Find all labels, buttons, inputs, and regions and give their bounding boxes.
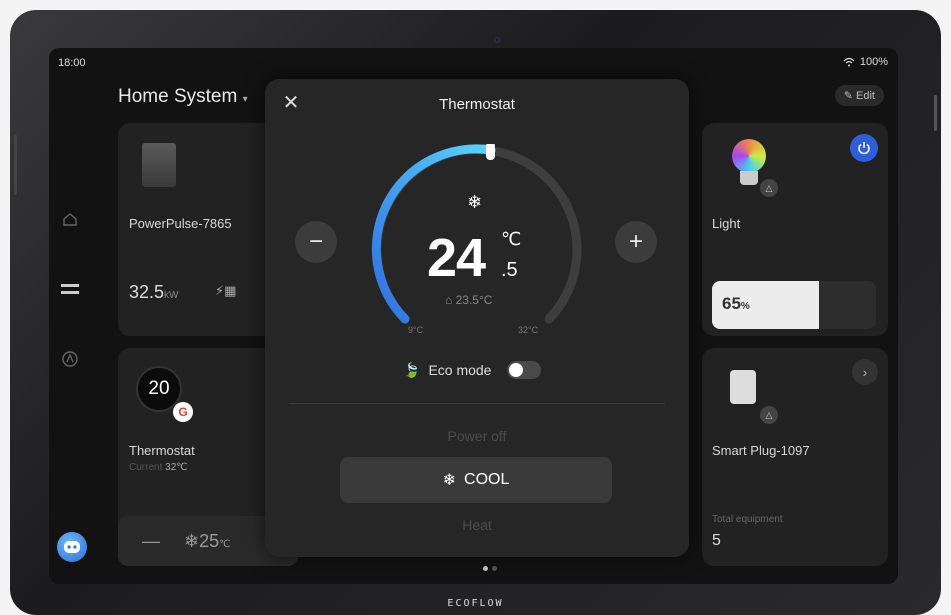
light-power-button[interactable]	[850, 134, 878, 162]
side-nav	[59, 208, 81, 370]
charging-icon: ⚡▦	[215, 283, 237, 298]
total-equipment-label: Total equipment	[712, 514, 783, 525]
mini-setpoint: ❄25℃	[184, 530, 231, 551]
page-dot	[492, 566, 497, 571]
left-button	[14, 135, 17, 195]
thermostat-modal: ✕ Thermostat − + ❄ 24 ℃ .5 ⌂ 23.5°C 9°C …	[265, 79, 689, 557]
toggle-knob	[509, 363, 524, 377]
page-indicator	[483, 566, 497, 571]
powerpulse-image	[142, 143, 176, 187]
google-icon: G	[173, 402, 193, 422]
battery-level: 100%	[859, 56, 888, 68]
bulb-icon	[732, 139, 766, 173]
page-dot-active	[483, 566, 488, 571]
edit-button[interactable]: ✎ Edit	[834, 85, 884, 106]
brand-logo: ECOFLOW	[447, 598, 504, 609]
smart-plug-card[interactable]: △ › Smart Plug-1097 Total equipment 5	[702, 348, 888, 566]
decrease-temperature-button[interactable]: −	[295, 221, 337, 263]
assistant-avatar[interactable]	[57, 532, 87, 562]
smart-plug-name: Smart Plug-1097	[712, 443, 810, 458]
light-brightness-value: 65%	[722, 294, 750, 313]
indoor-temperature: ⌂ 23.5°C	[445, 293, 493, 307]
temperature-decimal: .5	[501, 259, 518, 281]
divider	[289, 403, 665, 404]
thermostat-name: Thermostat	[129, 443, 195, 458]
thermostat-current: Current 32℃	[129, 462, 188, 473]
eco-mode-label: Eco mode	[428, 362, 492, 378]
modal-title: Thermostat	[439, 96, 515, 113]
temperature-unit: ℃	[501, 229, 522, 249]
home-icon[interactable]	[59, 208, 81, 230]
leaf-icon: 🍃	[403, 361, 421, 378]
automation-icon[interactable]	[59, 348, 81, 370]
chevron-right-icon[interactable]: ›	[852, 359, 878, 385]
target-temperature: 24	[427, 228, 486, 288]
powerpulse-power: 32.5kW	[129, 282, 179, 302]
plug-link-icon: △	[760, 406, 778, 424]
dial-handle	[486, 144, 495, 160]
devices-icon[interactable]	[59, 278, 81, 300]
house-icon: ⌂	[445, 293, 453, 307]
light-name: Light	[712, 216, 741, 231]
dropdown-icon: ▾	[242, 94, 248, 105]
eco-mode-toggle[interactable]	[507, 361, 542, 379]
home-system-title[interactable]: Home System ▾	[118, 86, 248, 108]
link-icon: △	[760, 179, 778, 197]
total-equipment-value: 5	[712, 532, 721, 549]
mini-minus-button[interactable]: —	[142, 531, 160, 552]
eco-mode-row: 🍃 Eco mode	[403, 361, 542, 379]
dial-min-label: 9°C	[408, 325, 424, 335]
dial-max-label: 32°C	[518, 325, 539, 335]
status-time: 18:00	[58, 57, 86, 69]
status-bar-right: 100%	[843, 56, 888, 68]
light-card[interactable]: △ Light 65%	[702, 123, 888, 336]
snowflake-icon: ❄	[467, 192, 483, 212]
camera	[494, 37, 500, 43]
increase-temperature-button[interactable]: +	[615, 221, 657, 263]
mode-option-cool[interactable]: ❄ COOL	[340, 457, 612, 503]
snowflake-icon: ❄	[442, 472, 457, 489]
mode-option-power-off[interactable]: Power off	[265, 428, 689, 444]
bulb-base	[740, 171, 758, 185]
powerpulse-name: PowerPulse-7865	[129, 216, 232, 231]
light-brightness-slider[interactable]: 65%	[712, 281, 876, 329]
side-button	[934, 95, 937, 131]
wifi-icon	[843, 57, 855, 67]
plug-icon	[730, 370, 756, 404]
mode-option-heat[interactable]: Heat	[265, 517, 689, 533]
